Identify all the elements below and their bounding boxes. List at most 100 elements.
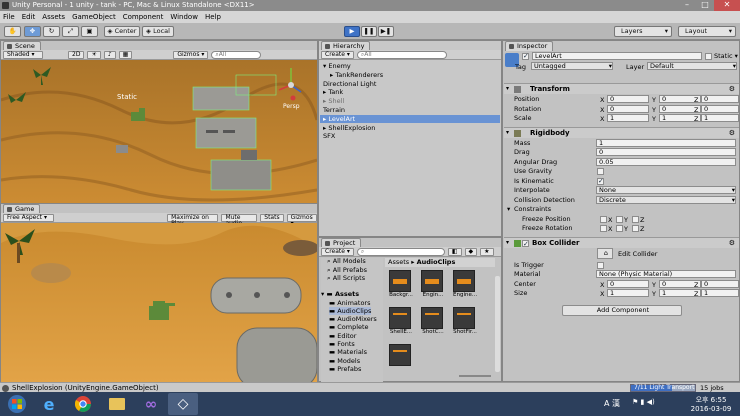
expand-arrow-down-icon[interactable]: ▾ [506, 84, 509, 94]
taskbar-ie[interactable]: e [34, 393, 64, 415]
shading-dropdown[interactable]: Shaded ▾ [3, 50, 43, 59]
component-enabled-checkbox[interactable] [522, 239, 529, 249]
hierarchy-item[interactable]: ▾ Enemy [320, 62, 500, 70]
gear-icon[interactable]: ⚙ [729, 238, 735, 248]
gear-icon[interactable]: ⚙ [729, 128, 735, 138]
layers-dropdown[interactable]: Layers ▾ [614, 26, 672, 37]
menu-gameobject[interactable]: GameObject [72, 13, 116, 21]
filter-type-button[interactable]: ◧ [447, 247, 462, 256]
menu-help[interactable]: Help [205, 13, 221, 21]
active-checkbox[interactable] [522, 52, 529, 60]
hierarchy-item[interactable]: Directional Light [320, 80, 500, 88]
hierarchy-item[interactable]: ▸ TankRenderers [320, 71, 500, 79]
expand-arrow-down-icon[interactable]: ▾ [507, 205, 510, 214]
scene-gizmos-dropdown[interactable]: Gizmos ▾ [173, 50, 209, 59]
audio-clip-asset[interactable]: Engin... [421, 270, 445, 298]
game-gizmos-dropdown[interactable]: Gizmos ▾ [286, 213, 317, 226]
taskbar-visual-studio[interactable]: ∞ [136, 393, 166, 415]
size-z-field[interactable]: 1 [701, 289, 739, 297]
project-folder[interactable]: ▬ AudioClips [329, 306, 372, 315]
gear-icon[interactable]: ⚙ [729, 84, 735, 94]
audio-clip-asset[interactable] [389, 344, 413, 366]
scale-z-field[interactable]: 1 [701, 114, 739, 122]
2d-toggle[interactable]: 2D [68, 50, 85, 59]
lighting-toggle[interactable]: ☀ [87, 50, 101, 59]
freeze-rotation-z-checkbox[interactable] [632, 225, 639, 232]
project-folder[interactable]: ▬ Editor [329, 332, 356, 340]
project-folder[interactable]: ▬ Prefabs [329, 365, 361, 373]
use-gravity-checkbox[interactable] [597, 168, 604, 175]
angular-drag-field[interactable]: 0.05 [596, 157, 736, 166]
project-create-button[interactable]: Create ▾ [321, 247, 354, 256]
freeze-position-x-checkbox[interactable] [600, 215, 607, 223]
pause-button[interactable]: ❚❚ [361, 26, 377, 37]
rect-tool-button[interactable]: ▣ [81, 26, 98, 37]
breadcrumb-assets[interactable]: Assets [388, 258, 409, 266]
hierarchy-item[interactable]: ▸ ShellExplosion [320, 124, 500, 132]
is-trigger-checkbox[interactable] [597, 261, 604, 269]
maximize-on-play-toggle[interactable]: Maximize on Play [167, 213, 219, 226]
effects-toggle[interactable]: ▦ [118, 50, 133, 59]
box-collider-component-header[interactable]: ▾ Box Collider ⚙ [504, 236, 739, 249]
close-button[interactable]: ✕ [714, 0, 740, 11]
aspect-dropdown[interactable]: Free Aspect ▾ [3, 213, 55, 222]
center-x-field[interactable]: 0 [607, 279, 649, 288]
step-button[interactable]: ▶❚ [378, 26, 394, 37]
position-x-field[interactable]: 0 [607, 95, 649, 103]
rigidbody-component-header[interactable]: ▾ Rigidbody ⚙ [504, 126, 739, 138]
taskbar-explorer[interactable] [102, 393, 132, 415]
hierarchy-item[interactable]: ▸ Tank [320, 88, 500, 96]
hand-tool-button[interactable]: ✋ [4, 26, 21, 37]
rotation-x-field[interactable]: 0 [607, 104, 649, 113]
filter-label-button[interactable]: ◆ [464, 247, 478, 256]
hierarchy-create-button[interactable]: Create ▾ [321, 50, 354, 59]
freeze-position-y-checkbox[interactable] [616, 215, 623, 223]
project-folder[interactable]: ▬ Animators [329, 299, 371, 307]
transform-component-header[interactable]: ▾ Transform ⚙ [504, 83, 739, 94]
scale-x-field[interactable]: 1 [607, 114, 649, 122]
tag-dropdown[interactable]: Untagged ▾ [531, 62, 613, 70]
game-viewport[interactable] [1, 223, 317, 382]
project-folder[interactable]: ▬ Materials [329, 348, 367, 356]
edit-collider-button[interactable]: ⌂ [597, 247, 613, 259]
project-folder[interactable]: ▬ Models [329, 357, 360, 365]
menu-edit[interactable]: Edit [22, 13, 36, 21]
static-checkbox[interactable] [705, 53, 712, 60]
menu-assets[interactable]: Assets [42, 13, 65, 21]
hierarchy-item[interactable]: SFX [320, 132, 500, 140]
minimize-button[interactable]: – [678, 0, 696, 11]
favorite-item[interactable]: ⌕ All Models [327, 258, 366, 265]
audio-clip-asset[interactable]: ShotC... [421, 307, 445, 335]
physic-material-field[interactable]: None (Physic Material) [596, 270, 736, 278]
status-message[interactable]: ShellExplosion (UnityEngine.GameObject) [12, 384, 159, 392]
play-button[interactable]: ▶ [344, 26, 360, 37]
project-search-input[interactable]: ⌕ [356, 247, 445, 256]
ime-indicator[interactable]: A 漢 [604, 398, 620, 409]
tab-inspector[interactable]: Inspector [505, 41, 554, 51]
icon-size-slider[interactable] [459, 375, 491, 377]
drag-field[interactable]: 0 [596, 148, 736, 156]
size-x-field[interactable]: 1 [607, 289, 649, 297]
layer-dropdown[interactable]: Default ▾ [647, 62, 737, 70]
mass-field[interactable]: 1 [596, 138, 736, 147]
stats-toggle[interactable]: Stats [260, 213, 284, 222]
favorite-item[interactable]: ⌕ All Prefabs [327, 266, 367, 274]
interpolate-dropdown[interactable]: None ▾ [596, 186, 736, 194]
maximize-button[interactable]: □ [696, 0, 714, 11]
assets-root-folder[interactable]: ▾ ▬ Assets [321, 290, 359, 298]
menu-component[interactable]: Component [123, 13, 164, 21]
collision-detection-dropdown[interactable]: Discrete ▾ [596, 195, 736, 204]
pivot-toggle[interactable]: ◈ Center [104, 26, 140, 37]
freeze-rotation-x-checkbox[interactable] [600, 225, 607, 232]
add-component-button[interactable]: Add Component [562, 304, 682, 316]
hierarchy-item[interactable]: ▸ LevelArt [320, 114, 500, 123]
move-tool-button[interactable]: ✥ [24, 26, 41, 37]
scene-viewport[interactable]: Static Persp [1, 60, 317, 203]
project-folder[interactable]: ▬ Complete [329, 323, 369, 331]
menu-window[interactable]: Window [170, 13, 198, 21]
project-scrollbar[interactable] [495, 276, 500, 372]
hierarchy-item[interactable]: ▸ Shell [320, 97, 500, 105]
expand-arrow-down-icon[interactable]: ▾ [506, 238, 509, 248]
project-folder[interactable]: ▬ Fonts [329, 340, 355, 348]
mute-audio-toggle[interactable]: Mute audio [221, 213, 258, 226]
